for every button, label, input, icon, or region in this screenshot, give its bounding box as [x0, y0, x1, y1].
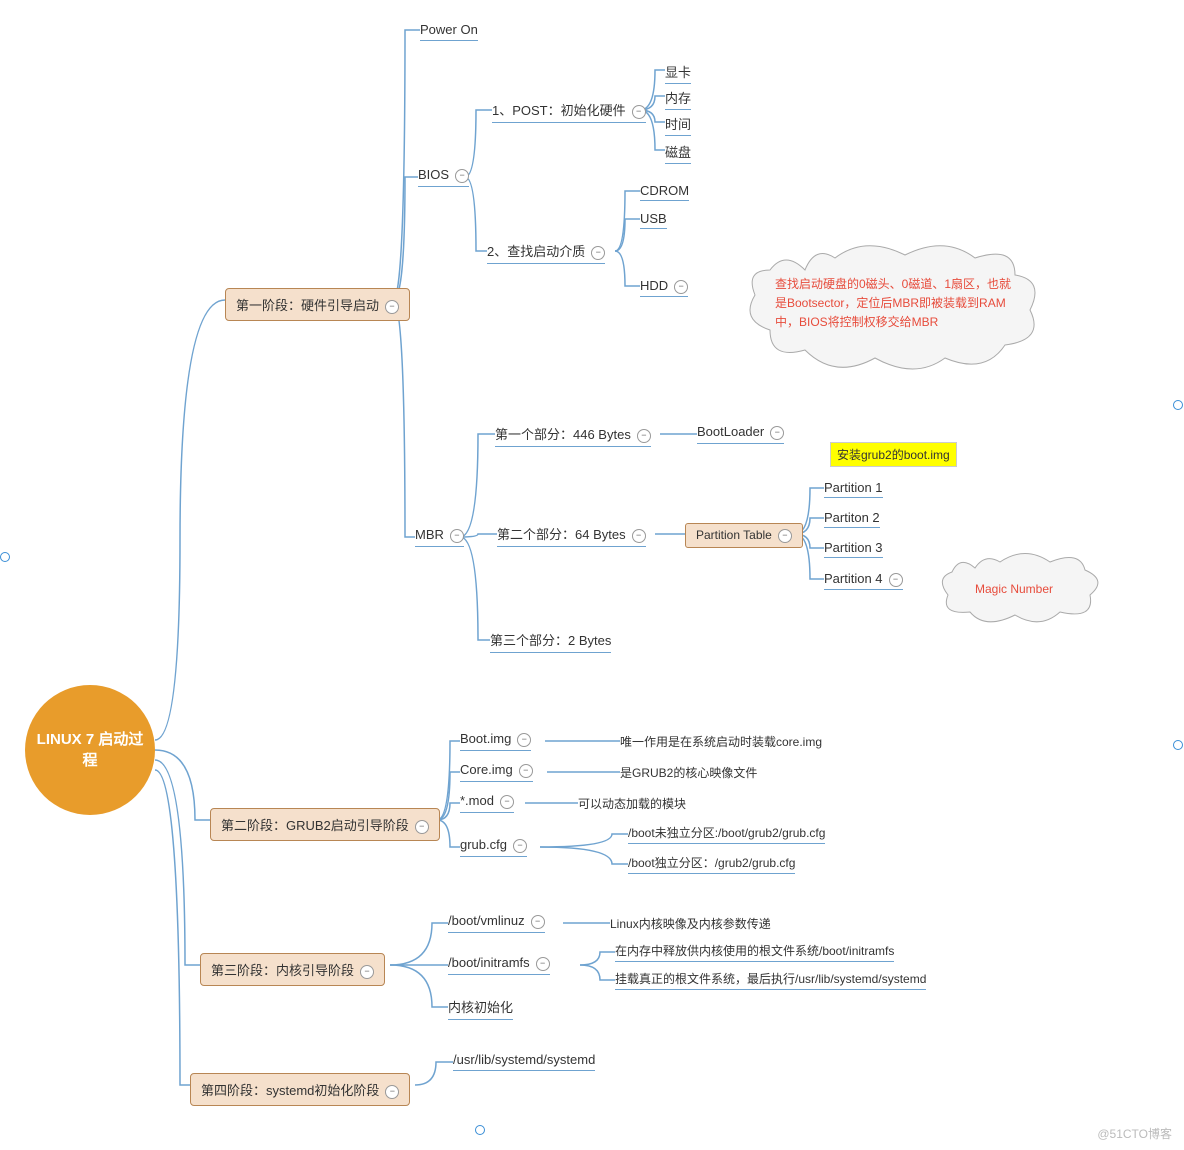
node-post[interactable]: 1、POST：初始化硬件− [492, 100, 646, 123]
stage4[interactable]: 第四阶段：systemd初始化阶段− [190, 1073, 410, 1106]
node-initramfs[interactable]: /boot/initramfs− [448, 955, 550, 975]
node-kernelinit: 内核初始化 [448, 997, 513, 1020]
node-usb: USB [640, 211, 667, 229]
node-cdrom: CDROM [640, 183, 689, 201]
watermark: @51CTO博客 [1097, 1125, 1172, 1142]
note-bootimg: 唯一作用是在系统启动时装载core.img [620, 733, 822, 750]
collapse-icon[interactable]: − [519, 764, 533, 778]
cloud-magic: Magic Number [940, 550, 1110, 630]
node-bootloader[interactable]: BootLoader− [697, 424, 784, 444]
node-poweron: Power On [420, 22, 478, 41]
note-mod: 可以动态加载的模块 [578, 795, 686, 812]
collapse-icon[interactable]: − [778, 529, 792, 543]
note-init-b: 挂载真正的根文件系统，最后执行/usr/lib/systemd/systemd [615, 970, 926, 990]
stage3[interactable]: 第三阶段：内核引导阶段− [200, 953, 385, 986]
root-node: LINUX 7 启动过程 [25, 685, 155, 815]
dot-icon [1173, 400, 1183, 410]
node-coreimg[interactable]: Core.img− [460, 762, 533, 782]
node-mbr-p2[interactable]: 第二个部分：64 Bytes− [497, 524, 646, 547]
dot-icon [475, 1125, 485, 1135]
node-part3: Partition 3 [824, 540, 883, 558]
note-cfg-b: /boot独立分区：/grub2/grub.cfg [628, 854, 795, 874]
note-coreimg: 是GRUB2的核心映像文件 [620, 764, 757, 781]
collapse-icon[interactable]: − [536, 957, 550, 971]
node-part2: Partiton 2 [824, 510, 880, 528]
cloud-hdd-note: 查找启动硬盘的0磁头、0磁道、1扇区，也就是Bootsector，定位后MBR即… [745, 240, 1045, 380]
collapse-icon[interactable]: − [632, 529, 646, 543]
collapse-icon[interactable]: − [500, 795, 514, 809]
node-part4[interactable]: Partition 4− [824, 571, 903, 590]
collapse-icon[interactable]: − [632, 105, 646, 119]
node-hdd[interactable]: HDD− [640, 278, 688, 297]
node-mbr-p1[interactable]: 第一个部分：446 Bytes− [495, 424, 651, 447]
collapse-icon[interactable]: − [415, 820, 429, 834]
collapse-icon[interactable]: − [513, 839, 527, 853]
node-media[interactable]: 2、查找启动介质− [487, 241, 605, 264]
note-init-a: 在内存中释放供内核使用的根文件系统/boot/initramfs [615, 942, 894, 962]
node-grubcfg[interactable]: grub.cfg− [460, 837, 527, 857]
collapse-icon[interactable]: − [385, 1085, 399, 1099]
collapse-icon[interactable]: − [450, 529, 464, 543]
node-mod[interactable]: *.mod− [460, 793, 514, 813]
note-vmlinuz: Linux内核映像及内核参数传递 [610, 915, 771, 932]
collapse-icon[interactable]: − [674, 280, 688, 294]
root-label: LINUX 7 启动过程 [35, 729, 145, 771]
note-cfg-a: /boot未独立分区:/boot/grub2/grub.cfg [628, 824, 825, 844]
dot-icon [0, 552, 10, 562]
stage2[interactable]: 第二阶段：GRUB2启动引导阶段− [210, 808, 440, 841]
collapse-icon[interactable]: − [770, 426, 784, 440]
collapse-icon[interactable]: − [591, 246, 605, 260]
collapse-icon[interactable]: − [455, 169, 469, 183]
collapse-icon[interactable]: − [360, 965, 374, 979]
collapse-icon[interactable]: − [889, 573, 903, 587]
node-bios[interactable]: BIOS− [418, 167, 469, 187]
node-mem: 内存 [665, 88, 691, 110]
node-vmlinuz[interactable]: /boot/vmlinuz− [448, 913, 545, 933]
collapse-icon[interactable]: − [637, 429, 651, 443]
collapse-icon[interactable]: − [531, 915, 545, 929]
node-disk: 磁盘 [665, 142, 691, 164]
node-time: 时间 [665, 114, 691, 136]
stage1[interactable]: 第一阶段：硬件引导启动− [225, 288, 410, 321]
cell-partition-table[interactable]: Partition Table− [685, 523, 803, 548]
node-gpu: 显卡 [665, 62, 691, 84]
node-mbr[interactable]: MBR− [415, 527, 464, 547]
highlight-grub: 安装grub2的boot.img [830, 442, 957, 467]
collapse-icon[interactable]: − [385, 300, 399, 314]
node-part1: Partition 1 [824, 480, 883, 498]
dot-icon [1173, 740, 1183, 750]
node-systemd: /usr/lib/systemd/systemd [453, 1052, 595, 1071]
node-bootimg[interactable]: Boot.img− [460, 731, 531, 751]
collapse-icon[interactable]: − [517, 733, 531, 747]
node-mbr-p3: 第三个部分：2 Bytes [490, 630, 611, 653]
